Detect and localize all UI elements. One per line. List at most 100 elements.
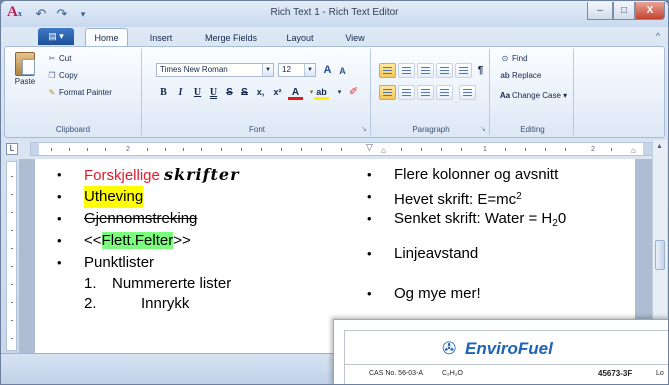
line-spacing-button[interactable]: [459, 85, 476, 100]
tab-merge-fields[interactable]: Merge Fields: [198, 30, 264, 46]
ruler-tick: [441, 148, 442, 151]
underline-button[interactable]: U: [190, 85, 205, 100]
ruler-tick: [11, 176, 13, 177]
ruler-tick: [11, 230, 13, 231]
ruler-tick: [261, 148, 262, 151]
tab-view[interactable]: View: [339, 30, 371, 46]
font-size-select[interactable]: 12 ▼: [278, 63, 316, 77]
scroll-thumb[interactable]: [655, 240, 665, 270]
paragraph-dialog-launcher-icon[interactable]: ↘: [480, 125, 486, 133]
increase-indent-button[interactable]: [455, 63, 472, 78]
script-font-text: skrifter: [164, 165, 240, 184]
justify-button[interactable]: [436, 85, 453, 100]
format-painter-button[interactable]: ✎ Format Painter: [45, 86, 112, 99]
ruler-tick: [221, 148, 222, 151]
scroll-up-icon[interactable]: ▲: [656, 143, 663, 150]
brand-second: Fuel: [517, 339, 553, 358]
ruler-tick: [341, 148, 342, 151]
list-item: • <<Flett.Felter>>: [57, 230, 357, 252]
file-menu-button[interactable]: ▤ ▾: [38, 28, 74, 45]
brand-logo: EnviroFuel: [465, 339, 553, 359]
bullet-icon: •: [367, 246, 372, 261]
ruler-tick: [11, 266, 13, 267]
merge-close: >>: [173, 232, 191, 249]
maximize-button[interactable]: □: [613, 2, 635, 20]
align-left-button[interactable]: [379, 85, 396, 100]
bullet-icon: •: [57, 189, 62, 204]
align-right-button[interactable]: [417, 85, 434, 100]
format-painter-icon: ✎: [48, 88, 56, 97]
ruler-tick: [165, 148, 166, 151]
copy-button[interactable]: ❐ Copy: [45, 69, 77, 82]
tab-layout[interactable]: Layout: [280, 30, 320, 46]
find-button[interactable]: ⊙ Find: [498, 52, 528, 65]
list-item: • Punktlister: [57, 252, 357, 274]
ruler-tick: [147, 148, 148, 151]
bullet-icon: •: [367, 189, 372, 204]
left-column: • Forskjellige skrifter • Utheving • Gje…: [57, 164, 357, 314]
ruler-tick: [505, 148, 506, 151]
ruler-tick: [281, 148, 282, 151]
list-text: Og mye mer!: [394, 285, 481, 302]
ruler-label: 1: [483, 146, 487, 153]
ruler-tick: [565, 148, 566, 151]
highlight-dropdown-icon[interactable]: ▾: [332, 85, 347, 100]
ruler-tick: [11, 212, 13, 213]
merge-field[interactable]: Flett.Felter: [101, 232, 174, 249]
collapse-ribbon-icon[interactable]: ^: [656, 31, 660, 41]
multilevel-list-button[interactable]: [417, 63, 434, 78]
indent-marker-icon[interactable]: ▽: [366, 142, 373, 153]
cut-button[interactable]: ✂ Cut: [45, 52, 72, 65]
ruler-tick: [87, 148, 88, 151]
numbering-button[interactable]: [398, 63, 415, 78]
change-case-label: Change Case ▾: [512, 91, 568, 100]
tab-insert[interactable]: Insert: [141, 30, 181, 46]
close-button[interactable]: X: [635, 2, 665, 20]
bullet-icon: •: [57, 255, 62, 270]
merge-open: <<: [84, 232, 102, 249]
tab-selector-icon[interactable]: L: [6, 143, 18, 155]
bullets-button[interactable]: [379, 63, 396, 78]
numbered-text: Innrykk: [141, 295, 190, 312]
ruler-tick: [421, 148, 422, 151]
superscript-button[interactable]: x²: [270, 85, 285, 100]
strikethrough-button[interactable]: S: [222, 85, 237, 100]
clear-format-icon[interactable]: ✐: [346, 85, 361, 100]
font-name-select[interactable]: Times New Roman ▼: [156, 63, 274, 77]
list-item: • Gjennomstreking: [57, 208, 357, 230]
italic-button[interactable]: I: [173, 85, 188, 100]
shrink-font-button[interactable]: A: [335, 64, 350, 79]
grow-font-button[interactable]: A: [320, 63, 335, 78]
pilcrow-icon[interactable]: ¶: [473, 63, 488, 78]
highlight-button[interactable]: ab: [314, 85, 329, 100]
paste-button[interactable]: Paste: [10, 52, 40, 86]
editor-window: Ax ↶ ↷ ▾ Rich Text 1 - Rich Text Editor …: [0, 0, 669, 385]
subscript-button[interactable]: x,: [253, 85, 268, 100]
list-item: • Og mye mer!: [367, 283, 635, 305]
ruler-tick: [611, 148, 612, 151]
tab-stop-icon[interactable]: ⌂: [381, 146, 386, 155]
tab-home[interactable]: Home: [85, 28, 128, 46]
subscript-suffix: 0: [557, 210, 567, 227]
ruler-bar: L 2 ▽ ⌂ 1 2 ⌂: [4, 140, 665, 159]
ribbon: Paste ✂ Cut ❐ Copy ✎ Format Painter Clipboa…: [4, 46, 665, 138]
ruler-tick: [545, 148, 546, 151]
horizontal-ruler[interactable]: 2 ▽ ⌂ 1 2 ⌂: [30, 142, 654, 156]
decrease-indent-button[interactable]: [436, 63, 453, 78]
right-indent-marker-icon[interactable]: ⌂: [631, 146, 636, 155]
font-dialog-launcher-icon[interactable]: ↘: [361, 125, 367, 133]
bullet-icon: •: [57, 167, 62, 182]
number-marker: 1.: [84, 275, 97, 292]
font-color-button[interactable]: A: [288, 85, 303, 100]
ruler-tick: [11, 194, 13, 195]
double-strikethrough-button[interactable]: S: [237, 85, 252, 100]
change-case-button[interactable]: Aa Change Case ▾: [498, 89, 567, 102]
superscript-prefix: Hevet skrift: E=mc: [394, 191, 517, 208]
font-size-value: 12: [282, 65, 291, 74]
minimize-button[interactable]: –: [587, 2, 613, 20]
align-center-button[interactable]: [398, 85, 415, 100]
bold-button[interactable]: B: [156, 85, 171, 100]
double-underline-button[interactable]: U: [206, 85, 221, 100]
replace-button[interactable]: ab Replace: [498, 69, 541, 82]
subscript-prefix: Senket skrift: Water = H: [394, 210, 553, 227]
